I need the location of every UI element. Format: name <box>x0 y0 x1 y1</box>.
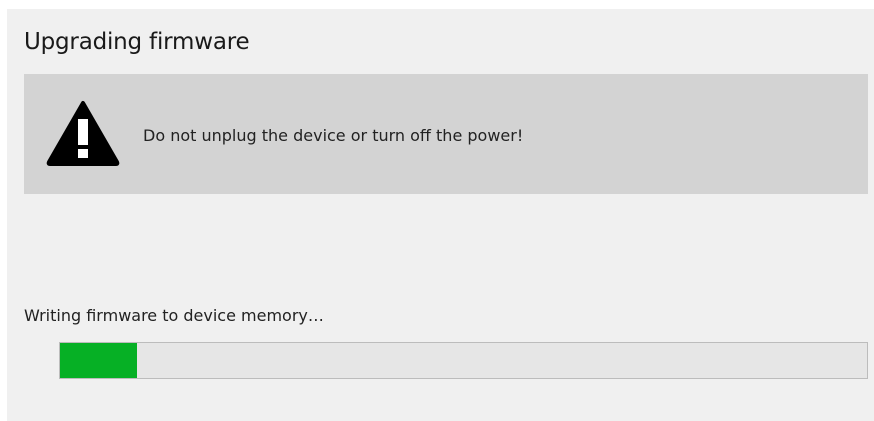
progress-status-text: Writing firmware to device memory… <box>24 306 324 325</box>
progress-bar-fill <box>60 343 138 378</box>
dialog-title: Upgrading firmware <box>24 29 250 55</box>
warning-banner: Do not unplug the device or turn off the… <box>24 74 868 194</box>
warning-triangle-icon <box>46 101 120 166</box>
warning-message: Do not unplug the device or turn off the… <box>143 126 524 145</box>
progress-bar <box>59 342 868 379</box>
firmware-upgrade-dialog: Upgrading firmware Do not unplug the dev… <box>7 9 874 421</box>
